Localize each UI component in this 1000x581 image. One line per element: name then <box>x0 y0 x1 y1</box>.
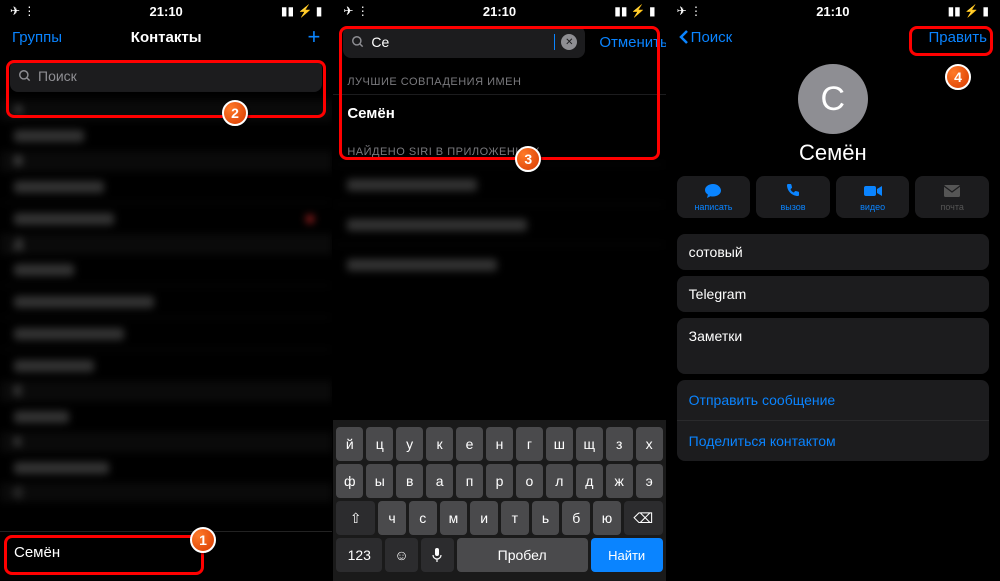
key-й[interactable]: й <box>336 427 363 461</box>
key-р[interactable]: р <box>486 464 513 498</box>
key-х[interactable]: х <box>636 427 663 461</box>
key-т[interactable]: т <box>501 501 529 535</box>
key-б[interactable]: б <box>562 501 590 535</box>
search-placeholder: Поиск <box>38 68 77 84</box>
key-с[interactable]: с <box>409 501 437 535</box>
link-send-message[interactable]: Отправить сообщение <box>677 380 989 420</box>
phone-icon <box>785 182 801 200</box>
key-ю[interactable]: ю <box>593 501 621 535</box>
section-header-siri: НАЙДЕНО SIRI В ПРИЛОЖЕНИЯХ <box>333 132 665 164</box>
search-icon <box>18 69 32 83</box>
action-mail: почта <box>915 176 989 218</box>
screen-contact-card: ✈ ⋮ 21:10 ▮▮ ⚡ ▮ Поиск Править 4 С Семён… <box>667 0 1000 581</box>
key-emoji[interactable]: ☺ <box>385 538 418 572</box>
search-input[interactable] <box>371 34 552 50</box>
key-ы[interactable]: ы <box>366 464 393 498</box>
key-ж[interactable]: ж <box>606 464 633 498</box>
key-а[interactable]: а <box>426 464 453 498</box>
key-м[interactable]: м <box>440 501 468 535</box>
page-title: Контакты <box>131 29 202 46</box>
contacts-list-blurred: А В Д Е К С <box>0 100 332 502</box>
action-call[interactable]: вызов <box>756 176 830 218</box>
key-и[interactable]: и <box>470 501 498 535</box>
chevron-left-icon <box>679 29 689 45</box>
video-icon <box>863 182 883 200</box>
key-backspace[interactable]: ⌫ <box>624 501 663 535</box>
key-э[interactable]: э <box>636 464 663 498</box>
action-message[interactable]: написать <box>677 176 751 218</box>
field-im[interactable]: Telegram <box>677 276 989 312</box>
key-ц[interactable]: ц <box>366 427 393 461</box>
key-ь[interactable]: ь <box>532 501 560 535</box>
status-bar: ✈ ⋮ 21:10 ▮▮ ⚡ ▮ <box>333 0 665 22</box>
key-е[interactable]: е <box>456 427 483 461</box>
avatar: С <box>798 64 868 134</box>
action-video[interactable]: видео <box>836 176 910 218</box>
add-button[interactable]: + <box>307 24 320 50</box>
field-notes[interactable]: Заметки <box>677 318 989 374</box>
contact-name: Семён <box>667 140 999 166</box>
mic-icon <box>431 547 443 563</box>
key-mic[interactable] <box>421 538 454 572</box>
status-bar: ✈ ⋮ 21:10 ▮▮ ⚡ ▮ <box>667 0 999 22</box>
key-123[interactable]: 123 <box>336 538 382 572</box>
search-icon <box>351 35 365 49</box>
key-shift[interactable]: ⇧ <box>336 501 375 535</box>
key-г[interactable]: г <box>516 427 543 461</box>
key-space[interactable]: Пробел <box>457 538 588 572</box>
mail-icon <box>943 182 961 200</box>
key-ф[interactable]: ф <box>336 464 363 498</box>
message-icon <box>704 182 722 200</box>
action-row: написать вызов видео почта <box>667 176 999 228</box>
key-к[interactable]: к <box>426 427 453 461</box>
keyboard[interactable]: йцукенгшщзх фывапролджэ ⇧чсмитьбю⌫ 123 ☺… <box>333 420 665 581</box>
cancel-button[interactable]: Отменить <box>589 34 666 51</box>
search-field[interactable]: ✕ <box>343 26 585 58</box>
edit-button[interactable]: Править <box>928 29 987 46</box>
status-bar: ✈ ⋮ 21:10 ▮▮ ⚡ ▮ <box>0 0 332 22</box>
contact-row-target[interactable]: Семён <box>0 531 332 573</box>
field-mobile[interactable]: сотовый <box>677 234 989 270</box>
back-button[interactable]: Поиск <box>679 29 733 46</box>
siri-results-blurred <box>333 164 665 284</box>
search-field[interactable]: Поиск <box>10 60 322 92</box>
key-в[interactable]: в <box>396 464 423 498</box>
key-find[interactable]: Найти <box>591 538 663 572</box>
key-л[interactable]: л <box>546 464 573 498</box>
key-ч[interactable]: ч <box>378 501 406 535</box>
screen-search: ✈ ⋮ 21:10 ▮▮ ⚡ ▮ ✕ Отменить ЛУЧШИЕ СОВПА… <box>333 0 666 581</box>
key-ш[interactable]: ш <box>546 427 573 461</box>
nav-bar: Группы Контакты + <box>0 22 332 56</box>
key-щ[interactable]: щ <box>576 427 603 461</box>
key-о[interactable]: о <box>516 464 543 498</box>
groups-button[interactable]: Группы <box>12 29 62 46</box>
key-з[interactable]: з <box>606 427 633 461</box>
clear-icon[interactable]: ✕ <box>561 34 577 50</box>
link-share-contact[interactable]: Поделиться контактом <box>677 420 989 461</box>
key-п[interactable]: п <box>456 464 483 498</box>
key-у[interactable]: у <box>396 427 423 461</box>
nav-bar: Поиск Править <box>667 22 999 56</box>
section-header-matches: ЛУЧШИЕ СОВПАДЕНИЯ ИМЕН <box>333 62 665 94</box>
key-н[interactable]: н <box>486 427 513 461</box>
match-row[interactable]: Семён <box>333 94 665 132</box>
screen-contacts-list: ✈ ⋮ 21:10 ▮▮ ⚡ ▮ Группы Контакты + Поиск… <box>0 0 333 581</box>
key-д[interactable]: д <box>576 464 603 498</box>
